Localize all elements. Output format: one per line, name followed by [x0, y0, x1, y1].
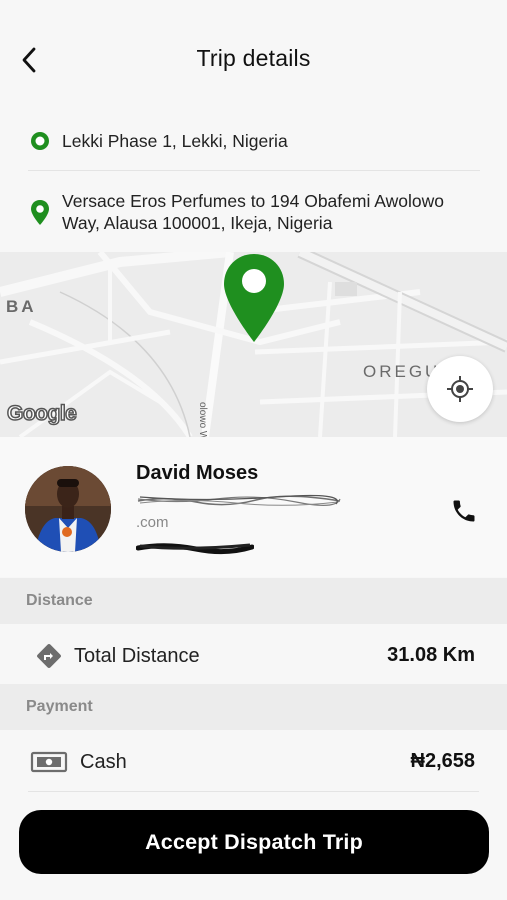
pickup-dot-icon	[31, 132, 49, 150]
payment-method-label: Cash	[80, 751, 127, 773]
page-title: Trip details	[196, 45, 311, 71]
google-attribution: Google	[6, 401, 77, 426]
destination-pin-icon	[224, 254, 284, 342]
cash-icon	[30, 747, 68, 777]
pickup-address: Lekki Phase 1, Lekki, Nigeria	[62, 131, 288, 151]
avatar	[25, 466, 111, 552]
dropoff-address: Versace Eros Perfumes to 194 Obafemi Awo…	[62, 191, 444, 233]
driver-card: David Moses .com	[0, 437, 507, 577]
my-location-icon	[447, 376, 473, 402]
driver-photo	[25, 466, 111, 552]
payment-section-header: Payment	[0, 684, 507, 730]
driver-email-suffix: .com	[136, 514, 169, 531]
driver-name: David Moses	[136, 462, 259, 484]
route-divider	[28, 170, 480, 171]
phone-icon	[453, 500, 475, 522]
row-divider	[28, 791, 479, 792]
map-road-label: olowo Way	[197, 402, 208, 437]
redacted-email-icon	[137, 494, 341, 506]
directions-icon	[30, 641, 68, 671]
map-view[interactable]: BA OREGU olowo Way Google	[0, 252, 507, 437]
call-button[interactable]	[447, 494, 481, 528]
accept-dispatch-trip-button[interactable]: Accept Dispatch Trip	[19, 810, 489, 874]
header: Trip details	[0, 0, 507, 110]
my-location-button[interactable]	[427, 356, 493, 422]
map-area-label: BA	[6, 297, 37, 316]
payment-row: Cash ₦2,658	[0, 732, 507, 792]
distance-row: Total Distance 31.08 Km	[0, 626, 507, 686]
map-pin-icon	[31, 200, 49, 225]
payment-amount: ₦2,658	[410, 750, 476, 772]
distance-value: 31.08 Km	[387, 644, 475, 666]
redacted-phone-icon	[136, 543, 254, 555]
distance-section-header: Distance	[0, 578, 507, 624]
distance-label: Total Distance	[74, 645, 200, 667]
